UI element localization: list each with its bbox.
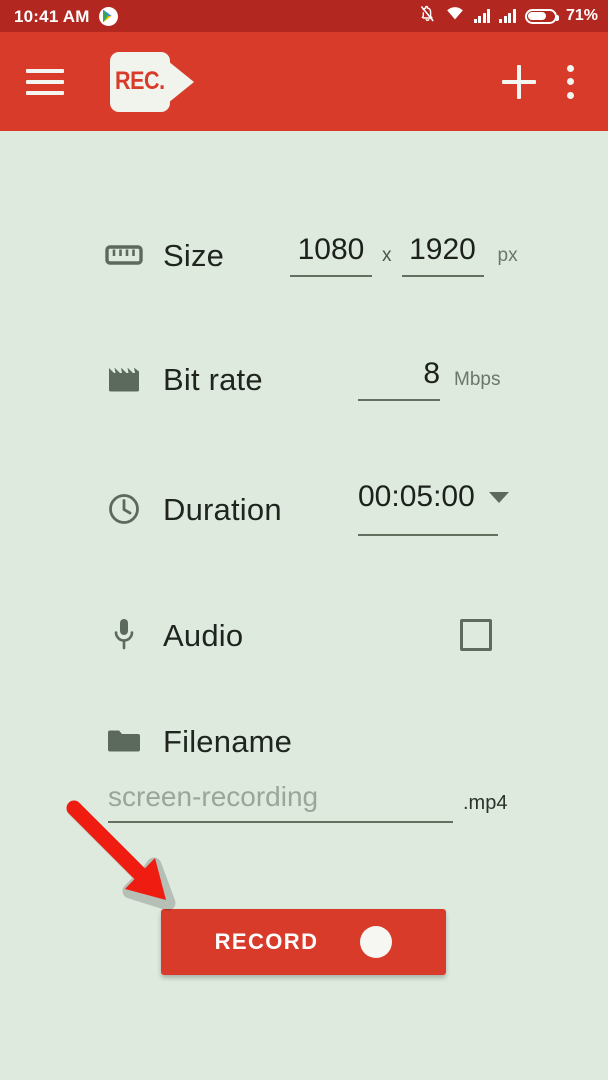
playstore-icon: [98, 6, 118, 26]
app-logo: REC.: [110, 51, 194, 113]
battery-percent: 71%: [565, 7, 598, 24]
overflow-menu-icon[interactable]: [566, 64, 574, 99]
filename-field-wrap: .mp4: [108, 781, 508, 823]
duration-dropdown[interactable]: 00:05:00: [358, 480, 509, 536]
app-screen: 10:41 AM 71% REC. Size 1080 x 1920 px Bi…: [0, 0, 608, 1080]
duration-value: 00:05:00: [358, 480, 475, 513]
app-bar: REC.: [0, 32, 608, 131]
filename-extension-label: .mp4: [463, 792, 508, 814]
size-fields: x px: [290, 233, 518, 277]
setting-row-bitrate: Bit rate Mbps: [0, 357, 608, 401]
bitrate-fields: Mbps: [358, 357, 500, 401]
logo-body: REC.: [110, 51, 170, 112]
setting-row-duration: Duration 00:05:00: [0, 482, 608, 536]
bell-off-icon: [419, 5, 436, 28]
signal-bars-icon: [473, 9, 491, 23]
folder-icon: [102, 719, 146, 763]
filename-input[interactable]: [108, 781, 453, 823]
status-bar: 10:41 AM 71%: [0, 0, 608, 32]
microphone-icon: [102, 613, 146, 657]
record-button-label: RECORD: [214, 929, 319, 954]
size-unit-label: px: [497, 245, 518, 266]
audio-checkbox[interactable]: [460, 619, 492, 651]
ruler-icon: [102, 233, 146, 277]
status-icons: 71%: [419, 5, 598, 28]
settings-form: Size x px Bit rate: [0, 131, 608, 1080]
setting-label-duration: Duration: [163, 491, 282, 527]
logo-lens-icon: [168, 60, 194, 103]
setting-label-bitrate: Bit rate: [163, 361, 263, 397]
record-button[interactable]: RECORD: [161, 909, 446, 975]
plus-icon[interactable]: [502, 64, 536, 99]
signal-bars-icon: [499, 9, 516, 23]
setting-row-size: Size x px: [0, 233, 608, 277]
clock-icon: [102, 487, 146, 531]
status-time: 10:41 AM: [14, 6, 90, 26]
size-width-input[interactable]: [290, 233, 372, 277]
size-height-input[interactable]: [401, 233, 484, 277]
setting-label-audio: Audio: [163, 617, 244, 653]
setting-label-size: Size: [163, 237, 225, 273]
chevron-down-icon: [488, 491, 509, 503]
battery-icon: [524, 8, 559, 24]
logo-text: REC.: [115, 67, 165, 95]
wifi-icon: [445, 6, 465, 26]
size-separator: x: [382, 245, 392, 266]
bitrate-input[interactable]: [358, 357, 440, 401]
bitrate-unit-label: Mbps: [454, 369, 501, 390]
clapperboard-icon: [102, 357, 146, 401]
record-dot-icon: [360, 926, 393, 958]
setting-row-audio: Audio: [0, 613, 608, 657]
hamburger-menu-icon[interactable]: [26, 66, 68, 98]
setting-label-filename: Filename: [163, 723, 293, 759]
app-bar-actions: [502, 64, 586, 99]
setting-row-filename: Filename: [0, 719, 608, 763]
